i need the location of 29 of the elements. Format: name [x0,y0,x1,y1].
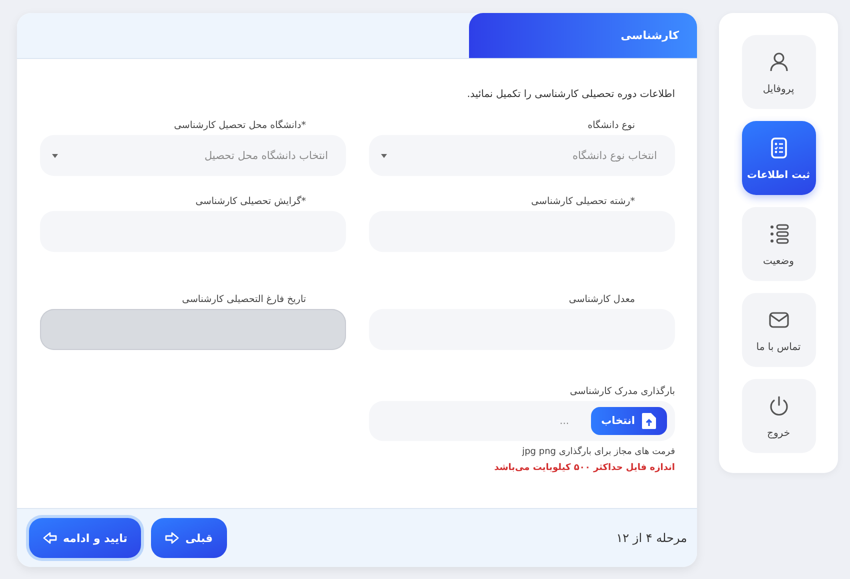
sidebar-item[interactable]: پروفایل [742,35,816,109]
continue-button[interactable]: تایید و ادامه [29,518,142,558]
field-label: *دانشگاه محل تحصیل کارشناسی [172,120,307,131]
file-name: ... [560,416,570,426]
field-label: معدل کارشناسی [568,294,636,305]
sidebar-item[interactable]: ثبت اطلاعات [742,121,816,195]
error-note: اندازه فایل حداکثر ۵۰۰ کیلوبایت می‌باشد [493,463,675,473]
sidebar-item[interactable]: وضعیت [742,207,816,281]
field-label: نوع دانشگاه [586,120,636,131]
arrow-icon [43,532,57,544]
sidebar-item[interactable]: تماس با ما [742,293,816,367]
file-upload-icon [641,412,657,430]
choose-button[interactable]: انتخاب [591,407,667,435]
select-field[interactable]: انتخاب نوع دانشگاه [369,135,675,176]
caret-icon [52,154,58,158]
step-counter: مرحله ۴ از ۱۲ [616,531,687,545]
field-label: *گرایش تحصیلی کارشناسی [194,196,307,207]
field-label: *رشته تحصیلی کارشناسی [530,196,636,207]
tab[interactable]: کارشناسی [469,13,697,58]
back-button[interactable]: قبلی [151,518,227,558]
intro-text: اطلاعات دوره تحصیلی کارشناسی را تکمیل نمائید. [466,89,675,100]
hint-text: فرمت های مجاز برای بارگذاری jpg png [521,447,675,457]
select-field[interactable]: انتخاب دانشگاه محل تحصیل [40,135,346,176]
caret-icon [381,154,387,158]
field-label: تاریخ فارغ التحصیلی کارشناسی [181,294,307,305]
sidebar-item[interactable]: خروج [742,379,816,453]
arrow-icon [165,532,180,544]
upload-field[interactable]: انتخاب ... [369,401,675,441]
field-label: بارگذاری مدرک کارشناسی [568,386,675,397]
